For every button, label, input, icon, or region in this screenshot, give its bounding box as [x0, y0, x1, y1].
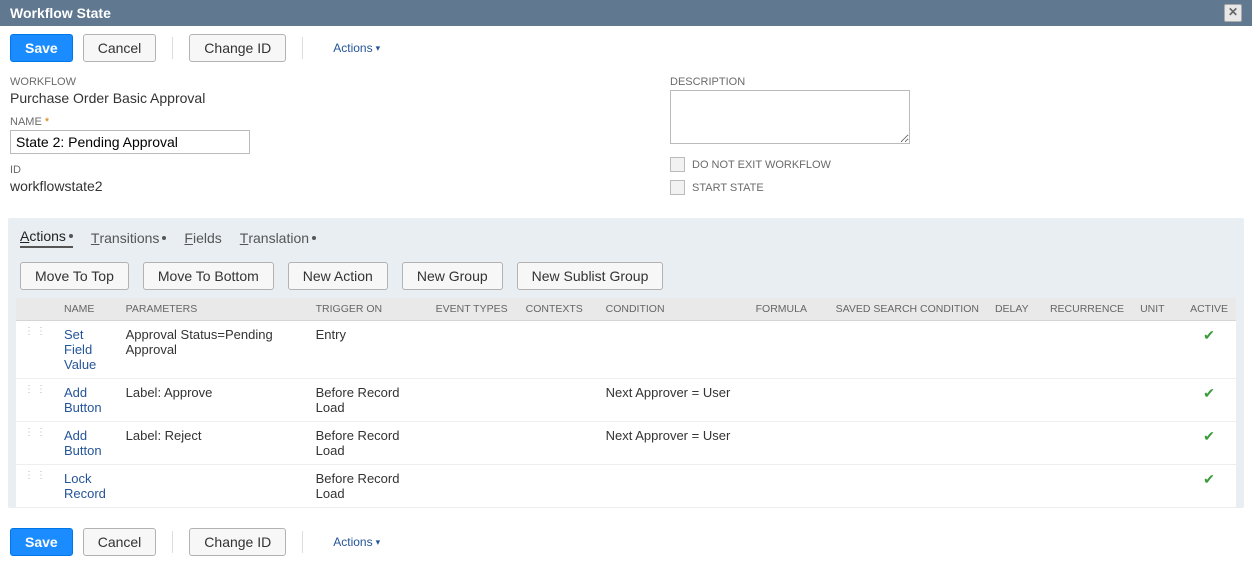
- row-condition: [598, 465, 748, 508]
- name-input[interactable]: [10, 130, 250, 154]
- form-col-right: DESCRIPTION DO NOT EXIT WORKFLOW START S…: [670, 76, 910, 204]
- tab-fields[interactable]: Fields: [184, 228, 221, 248]
- row-name-link[interactable]: Add Button: [56, 379, 118, 422]
- titlebar: Workflow State ✕: [0, 0, 1252, 26]
- row-parameters: [118, 465, 308, 508]
- actions-grid-wrap: NAME PARAMETERS TRIGGER ON EVENT TYPES C…: [16, 298, 1236, 508]
- cancel-button[interactable]: Cancel: [83, 528, 157, 556]
- donotexit-checkbox-row[interactable]: DO NOT EXIT WORKFLOW: [670, 157, 910, 172]
- close-icon[interactable]: ✕: [1224, 4, 1242, 22]
- tab-actions[interactable]: Actions: [20, 228, 73, 248]
- move-to-bottom-button[interactable]: Move To Bottom: [143, 262, 274, 290]
- col-parameters[interactable]: PARAMETERS: [118, 298, 308, 321]
- col-unit[interactable]: UNIT: [1132, 298, 1182, 321]
- menu-caret-icon: ▾: [376, 43, 381, 54]
- row-condition: Next Approver = User: [598, 379, 748, 422]
- tab-dot-icon: [312, 236, 316, 240]
- row-trigger: Before Record Load: [308, 465, 428, 508]
- actions-subtoolbar: Move To Top Move To Bottom New Action Ne…: [8, 254, 1244, 298]
- row-parameters: Approval Status=Pending Approval: [118, 321, 308, 379]
- actions-menu-label: Actions: [333, 535, 372, 549]
- drag-handle-icon[interactable]: ⋮⋮: [16, 422, 56, 465]
- row-name-link[interactable]: Lock Record: [56, 465, 118, 508]
- cancel-button[interactable]: Cancel: [83, 34, 157, 62]
- row-condition: Next Approver = User: [598, 422, 748, 465]
- active-check-icon: ✔: [1182, 379, 1236, 422]
- row-trigger: Entry: [308, 321, 428, 379]
- actions-grid: NAME PARAMETERS TRIGGER ON EVENT TYPES C…: [16, 298, 1236, 508]
- col-delay[interactable]: DELAY: [987, 298, 1042, 321]
- table-row[interactable]: ⋮⋮Set Field ValueApproval Status=Pending…: [16, 321, 1236, 379]
- active-check-icon: ✔: [1182, 321, 1236, 379]
- new-sublist-group-button[interactable]: New Sublist Group: [517, 262, 664, 290]
- actions-menu[interactable]: Actions ▾: [333, 41, 380, 55]
- table-row[interactable]: ⋮⋮Add ButtonLabel: RejectBefore Record L…: [16, 422, 1236, 465]
- col-ssc[interactable]: SAVED SEARCH CONDITION: [828, 298, 987, 321]
- tab-section: Actions Transitions Fields Translation Move…: [8, 218, 1244, 508]
- form-area: WORKFLOW Purchase Order Basic Approval N…: [0, 70, 1252, 218]
- actions-menu-label: Actions: [333, 41, 372, 55]
- required-asterisk-icon: *: [45, 116, 49, 128]
- tab-dot-icon: [162, 236, 166, 240]
- row-trigger: Before Record Load: [308, 422, 428, 465]
- new-group-button[interactable]: New Group: [402, 262, 503, 290]
- checkbox-icon: [670, 180, 685, 195]
- tab-dot-icon: [69, 234, 73, 238]
- row-parameters: Label: Reject: [118, 422, 308, 465]
- new-action-button[interactable]: New Action: [288, 262, 388, 290]
- col-active[interactable]: ACTIVE: [1182, 298, 1236, 321]
- checkbox-icon: [670, 157, 685, 172]
- description-textarea[interactable]: [670, 90, 910, 144]
- toolbar-top: Save Cancel Change ID Actions ▾: [0, 26, 1252, 70]
- menu-caret-icon: ▾: [376, 537, 381, 548]
- grid-header-row: NAME PARAMETERS TRIGGER ON EVENT TYPES C…: [16, 298, 1236, 321]
- workflow-label: WORKFLOW: [10, 76, 250, 88]
- separator: [302, 37, 303, 59]
- col-contexts[interactable]: CONTEXTS: [518, 298, 598, 321]
- separator: [172, 37, 173, 59]
- startstate-label: START STATE: [692, 182, 764, 194]
- tab-transitions[interactable]: Transitions: [91, 228, 166, 248]
- workflow-state-dialog: Workflow State ✕ Save Cancel Change ID A…: [0, 0, 1252, 564]
- col-condition[interactable]: CONDITION: [598, 298, 748, 321]
- save-button[interactable]: Save: [10, 528, 73, 556]
- dialog-title: Workflow State: [10, 5, 111, 21]
- row-condition: [598, 321, 748, 379]
- id-label: ID: [10, 164, 250, 176]
- active-check-icon: ✔: [1182, 422, 1236, 465]
- tabbar: Actions Transitions Fields Translation: [8, 224, 1244, 254]
- toolbar-bottom: Save Cancel Change ID Actions ▾: [0, 520, 1252, 564]
- name-label: NAME *: [10, 116, 250, 128]
- col-formula[interactable]: FORMULA: [748, 298, 828, 321]
- id-value: workflowstate2: [10, 178, 250, 194]
- active-check-icon: ✔: [1182, 465, 1236, 508]
- save-button[interactable]: Save: [10, 34, 73, 62]
- move-to-top-button[interactable]: Move To Top: [20, 262, 129, 290]
- change-id-button[interactable]: Change ID: [189, 528, 286, 556]
- col-recurrence[interactable]: RECURRENCE: [1042, 298, 1132, 321]
- row-name-link[interactable]: Add Button: [56, 422, 118, 465]
- col-eventtypes[interactable]: EVENT TYPES: [428, 298, 518, 321]
- row-parameters: Label: Approve: [118, 379, 308, 422]
- row-trigger: Before Record Load: [308, 379, 428, 422]
- workflow-value: Purchase Order Basic Approval: [10, 90, 250, 106]
- table-row[interactable]: ⋮⋮Add ButtonLabel: ApproveBefore Record …: [16, 379, 1236, 422]
- drag-handle-icon[interactable]: ⋮⋮: [16, 321, 56, 379]
- drag-handle-icon[interactable]: ⋮⋮: [16, 465, 56, 508]
- drag-handle-icon[interactable]: ⋮⋮: [16, 379, 56, 422]
- col-triggeron[interactable]: TRIGGER ON: [308, 298, 428, 321]
- description-label: DESCRIPTION: [670, 76, 910, 88]
- row-name-link[interactable]: Set Field Value: [56, 321, 118, 379]
- table-row[interactable]: ⋮⋮Lock Record Before Record Load ✔: [16, 465, 1236, 508]
- donotexit-label: DO NOT EXIT WORKFLOW: [692, 159, 831, 171]
- col-name[interactable]: NAME: [56, 298, 118, 321]
- tab-translation[interactable]: Translation: [240, 228, 316, 248]
- separator: [172, 531, 173, 553]
- startstate-checkbox-row[interactable]: START STATE: [670, 180, 910, 195]
- form-col-left: WORKFLOW Purchase Order Basic Approval N…: [10, 76, 250, 204]
- change-id-button[interactable]: Change ID: [189, 34, 286, 62]
- actions-menu[interactable]: Actions ▾: [333, 535, 380, 549]
- separator: [302, 531, 303, 553]
